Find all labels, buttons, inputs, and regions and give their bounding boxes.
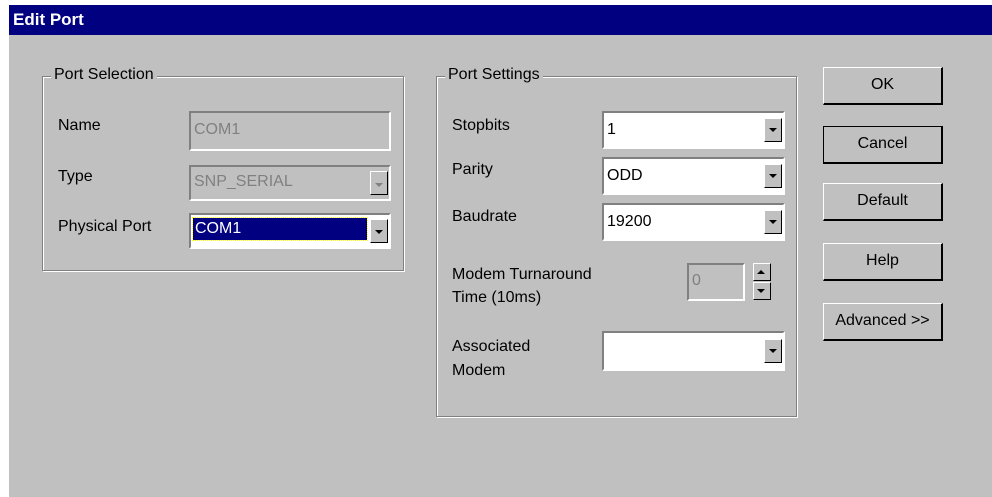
chevron-down-icon xyxy=(769,174,777,178)
chevron-down-icon xyxy=(375,183,383,187)
type-dropdown-button xyxy=(370,171,388,195)
window-title: Edit Port xyxy=(13,10,84,29)
type-select-value: SNP_SERIAL xyxy=(194,173,293,190)
port-selection-group: Port Selection Name COM1 Type SNP_SERIAL… xyxy=(42,66,404,271)
chevron-down-icon xyxy=(769,220,777,224)
port-settings-group-label: Port Settings xyxy=(445,66,543,84)
cancel-button-label: Cancel xyxy=(857,135,908,152)
modem-turnaround-label-line2: Time (10ms) xyxy=(452,289,542,306)
arrow-down-icon xyxy=(757,289,765,293)
advanced-button[interactable]: Advanced >> xyxy=(823,303,943,341)
associated-modem-dropdown-button[interactable] xyxy=(764,339,782,363)
name-field-value: COM1 xyxy=(194,121,241,138)
help-button[interactable]: Help xyxy=(823,243,943,281)
cancel-button[interactable]: Cancel xyxy=(823,126,943,164)
spin-up-button[interactable] xyxy=(753,263,771,281)
chevron-down-icon xyxy=(769,128,777,132)
associated-modem-label-line2: Modem xyxy=(452,362,506,379)
modem-turnaround-value: 0 xyxy=(692,272,701,289)
stopbits-dropdown-button[interactable] xyxy=(764,118,782,142)
spin-down-button[interactable] xyxy=(753,282,771,300)
type-select: SNP_SERIAL xyxy=(189,165,391,201)
parity-value: ODD xyxy=(607,167,643,184)
physical-port-value: COM1 xyxy=(195,220,242,237)
physical-port-select[interactable]: COM1 xyxy=(189,213,391,249)
name-label: Name xyxy=(58,117,101,134)
port-selection-group-label: Port Selection xyxy=(51,66,157,84)
baudrate-dropdown-button[interactable] xyxy=(764,210,782,234)
type-label: Type xyxy=(58,168,93,185)
title-bar[interactable]: Edit Port xyxy=(9,5,992,35)
modem-turnaround-field[interactable]: 0 xyxy=(687,263,745,301)
baudrate-label: Baudrate xyxy=(452,208,517,225)
parity-select[interactable]: ODD xyxy=(602,157,785,195)
modem-turnaround-label-line1: Modem Turnaround xyxy=(452,266,592,283)
arrow-up-icon xyxy=(757,270,765,274)
stopbits-select[interactable]: 1 xyxy=(602,111,785,149)
stopbits-label: Stopbits xyxy=(452,117,510,134)
chevron-down-icon xyxy=(375,230,383,234)
name-field: COM1 xyxy=(189,111,391,151)
associated-modem-select[interactable] xyxy=(602,331,785,371)
physical-port-selected: COM1 xyxy=(192,217,368,241)
port-settings-group: Port Settings Stopbits 1 Parity ODD Baud… xyxy=(436,66,797,417)
physical-port-dropdown-button[interactable] xyxy=(370,219,388,243)
chevron-down-icon xyxy=(769,349,777,353)
baudrate-value: 19200 xyxy=(607,213,652,230)
parity-dropdown-button[interactable] xyxy=(764,164,782,188)
stopbits-value: 1 xyxy=(607,121,616,138)
edit-port-dialog: Edit Port Port Selection Name COM1 Type … xyxy=(8,4,992,497)
parity-label: Parity xyxy=(452,161,493,178)
associated-modem-label-line1: Associated xyxy=(452,338,531,355)
physical-port-label: Physical Port xyxy=(58,218,152,235)
default-button[interactable]: Default xyxy=(823,183,943,221)
ok-button[interactable]: OK xyxy=(823,67,943,105)
baudrate-select[interactable]: 19200 xyxy=(602,203,785,241)
